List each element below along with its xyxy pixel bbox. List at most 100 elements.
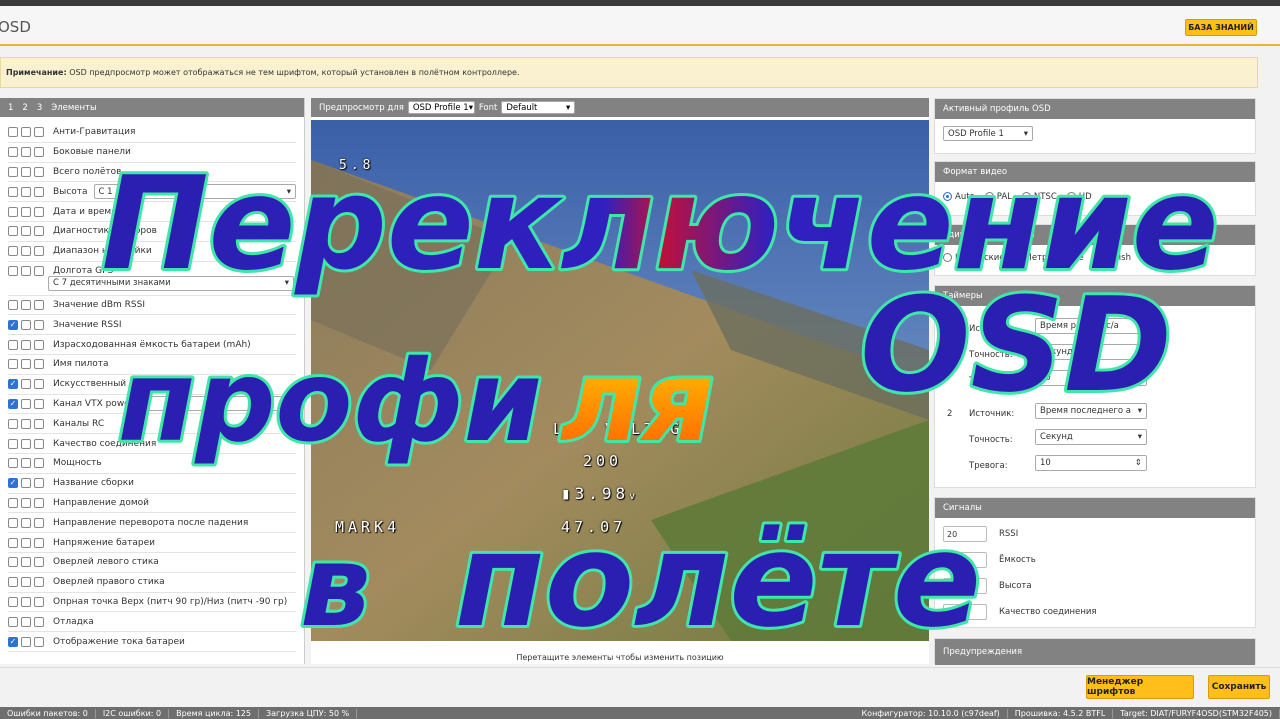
element-profile-1-checkbox[interactable] xyxy=(8,517,18,528)
element-profile-2-checkbox[interactable] xyxy=(21,596,31,607)
element-profile-3-checkbox[interactable] xyxy=(34,246,44,257)
element-profile-1-checkbox[interactable] xyxy=(8,127,18,138)
element-profile-1-checkbox[interactable] xyxy=(8,398,18,409)
element-profile-1-checkbox[interactable] xyxy=(8,438,18,449)
osd-low-voltage-warning[interactable]: LOW VOLTAGE xyxy=(553,420,696,438)
element-profile-3-checkbox[interactable] xyxy=(34,557,44,568)
element-profile-3-checkbox[interactable] xyxy=(34,616,44,627)
element-profile-2-checkbox[interactable] xyxy=(21,478,31,489)
element-profile-1-checkbox[interactable] xyxy=(8,497,18,508)
element-profile-3-checkbox[interactable] xyxy=(34,226,44,237)
element-profile-2-checkbox[interactable] xyxy=(21,398,31,409)
element-profile-2-checkbox[interactable] xyxy=(21,186,31,197)
element-profile-2-checkbox[interactable] xyxy=(21,339,31,350)
save-button[interactable]: Сохранить xyxy=(1208,675,1270,699)
element-profile-3-checkbox[interactable] xyxy=(34,186,44,197)
element-profile-3-checkbox[interactable] xyxy=(34,398,44,409)
element-profile-1-checkbox[interactable] xyxy=(8,319,18,330)
alarm-value-input[interactable]: 80 xyxy=(943,604,987,620)
element-profile-2-checkbox[interactable] xyxy=(21,616,31,627)
element-profile-2-checkbox[interactable] xyxy=(21,379,31,390)
element-profile-1-checkbox[interactable] xyxy=(8,339,18,350)
element-profile-2-checkbox[interactable] xyxy=(21,438,31,449)
element-profile-3-checkbox[interactable] xyxy=(34,577,44,588)
element-profile-2-checkbox[interactable] xyxy=(21,127,31,138)
alarm-value-input[interactable]: 2200 xyxy=(943,552,987,568)
element-format-select[interactable]: ▾ xyxy=(139,396,296,412)
element-profile-3-checkbox[interactable] xyxy=(34,206,44,217)
timer-2-precision-select[interactable]: Секунд ▾ xyxy=(1035,429,1147,445)
element-profile-3-checkbox[interactable] xyxy=(34,478,44,489)
element-profile-2-checkbox[interactable] xyxy=(21,537,31,548)
element-profile-1-checkbox[interactable] xyxy=(8,577,18,588)
osd-bottom-value[interactable]: 47.07 xyxy=(561,518,626,536)
element-profile-3-checkbox[interactable] xyxy=(34,497,44,508)
element-profile-1-checkbox[interactable] xyxy=(8,166,18,177)
element-profile-2-checkbox[interactable] xyxy=(21,226,31,237)
element-profile-2-checkbox[interactable] xyxy=(21,418,31,429)
element-profile-3-checkbox[interactable] xyxy=(34,636,44,647)
video-format-ntsc[interactable]: NTSC xyxy=(1021,192,1057,202)
alarm-value-input[interactable]: 20 xyxy=(943,526,987,542)
element-profile-2-checkbox[interactable] xyxy=(21,557,31,568)
element-profile-2-checkbox[interactable] xyxy=(21,359,31,370)
element-profile-2-checkbox[interactable] xyxy=(21,147,31,158)
element-profile-1-checkbox[interactable] xyxy=(8,359,18,370)
video-format-pal[interactable]: PAL xyxy=(984,192,1012,202)
element-profile-3-checkbox[interactable] xyxy=(34,339,44,350)
units-metric[interactable]: Метрические xyxy=(1012,253,1084,263)
element-profile-3-checkbox[interactable] xyxy=(34,127,44,138)
element-profile-3-checkbox[interactable] xyxy=(34,147,44,158)
element-profile-1-checkbox[interactable] xyxy=(8,186,18,197)
units-british[interactable]: British xyxy=(1091,253,1131,263)
element-profile-1-checkbox[interactable] xyxy=(8,147,18,158)
timer-1-source-select[interactable]: Время работы с/а ▾ xyxy=(1035,318,1147,334)
element-profile-1-checkbox[interactable] xyxy=(8,616,18,627)
element-profile-1-checkbox[interactable] xyxy=(8,537,18,548)
element-profile-3-checkbox[interactable] xyxy=(34,517,44,528)
osd-craft-name[interactable]: MARK4 xyxy=(335,518,400,536)
font-manager-button[interactable]: Менеджер шрифтов xyxy=(1086,675,1194,699)
element-profile-2-checkbox[interactable] xyxy=(21,246,31,257)
element-profile-2-checkbox[interactable] xyxy=(21,206,31,217)
element-profile-1-checkbox[interactable] xyxy=(8,478,18,489)
element-profile-1-checkbox[interactable] xyxy=(8,226,18,237)
alarm-value-input[interactable]: 100 xyxy=(943,578,987,594)
element-profile-3-checkbox[interactable] xyxy=(34,319,44,330)
units-imperial[interactable]: Имперские xyxy=(943,253,1005,263)
element-profile-1-checkbox[interactable] xyxy=(8,458,18,469)
element-profile-2-checkbox[interactable] xyxy=(21,166,31,177)
element-profile-3-checkbox[interactable] xyxy=(34,537,44,548)
preview-profile-select[interactable]: OSD Profile 1 ▾ xyxy=(407,101,475,114)
element-profile-3-checkbox[interactable] xyxy=(34,359,44,370)
osd-value-200[interactable]: 200 xyxy=(583,452,622,470)
element-profile-3-checkbox[interactable] xyxy=(34,379,44,390)
element-profile-1-checkbox[interactable] xyxy=(8,379,18,390)
element-profile-3-checkbox[interactable] xyxy=(34,458,44,469)
element-profile-1-checkbox[interactable] xyxy=(8,246,18,257)
element-profile-1-checkbox[interactable] xyxy=(8,418,18,429)
element-profile-2-checkbox[interactable] xyxy=(21,517,31,528)
timer-1-precision-select[interactable]: Секунд ▾ xyxy=(1035,344,1147,360)
knowledge-base-button[interactable]: БАЗА ЗНАНИЙ xyxy=(1185,19,1257,36)
element-profile-1-checkbox[interactable] xyxy=(8,206,18,217)
element-profile-3-checkbox[interactable] xyxy=(34,299,44,310)
element-profile-3-checkbox[interactable] xyxy=(34,596,44,607)
timer-2-source-select[interactable]: Время последнего а ▾ xyxy=(1035,403,1147,419)
element-profile-2-checkbox[interactable] xyxy=(21,319,31,330)
element-profile-1-checkbox[interactable] xyxy=(8,265,18,276)
element-profile-2-checkbox[interactable] xyxy=(21,265,31,276)
video-format-hd[interactable]: HD xyxy=(1066,192,1092,202)
active-profile-select[interactable]: OSD Profile 1 ▾ xyxy=(943,126,1033,141)
element-format-select[interactable]: С 1 десятичным знаком ▾ xyxy=(93,184,296,200)
element-profile-1-checkbox[interactable] xyxy=(8,636,18,647)
element-format-select[interactable]: С 7 десятичными знаками ▾ xyxy=(48,275,294,291)
profile-tab-3[interactable]: 3 xyxy=(37,103,42,113)
video-format-auto[interactable]: Auto xyxy=(943,192,975,202)
element-profile-3-checkbox[interactable] xyxy=(34,265,44,276)
element-profile-1-checkbox[interactable] xyxy=(8,557,18,568)
timer-2-alarm-input[interactable]: 10 ⇕ xyxy=(1035,455,1147,471)
font-select[interactable]: Default ▾ xyxy=(501,101,576,114)
element-profile-3-checkbox[interactable] xyxy=(34,166,44,177)
profile-tab-2[interactable]: 2 xyxy=(22,103,27,113)
